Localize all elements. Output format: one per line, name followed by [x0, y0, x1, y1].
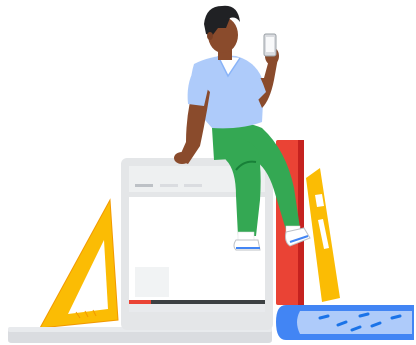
illustration-svg	[8, 5, 414, 343]
blue-book	[276, 305, 414, 340]
video-progress-fill	[129, 300, 151, 304]
phone-icon	[263, 33, 277, 57]
triangle-ruler	[39, 198, 119, 329]
hero-illustration	[0, 0, 416, 345]
yellow-ruler	[306, 168, 340, 302]
